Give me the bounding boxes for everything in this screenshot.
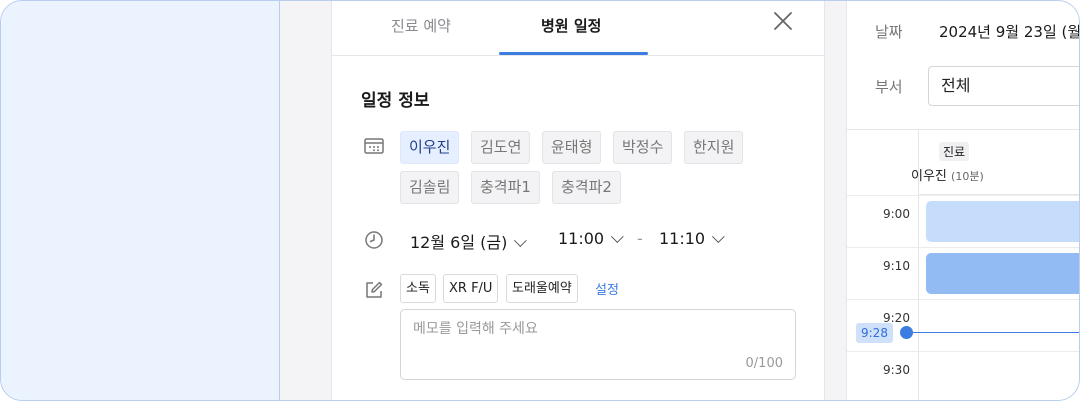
grid-line bbox=[847, 195, 1079, 196]
calendar-pane: 날짜 2024년 9월 23일 (월 부서 전체 진료 이우진 (10분) 9:… bbox=[846, 1, 1079, 400]
memo-tag[interactable]: XR F/U bbox=[443, 274, 499, 303]
tab-hospital-schedule[interactable]: 병원 일정 bbox=[541, 15, 601, 36]
grid-line bbox=[847, 351, 1079, 352]
time-slot-label: 9:00 bbox=[883, 207, 910, 221]
panel-gap-right bbox=[825, 1, 846, 400]
end-time-dropdown[interactable]: 11:10 bbox=[659, 229, 725, 248]
clock-icon bbox=[365, 231, 383, 249]
staff-chip[interactable]: 박정수 bbox=[613, 131, 673, 164]
column-duration: (10분) bbox=[951, 170, 984, 183]
schedule-panel: 진료 예약 병원 일정 일정 정보 이우진 김도연 윤태형 박정수 한지원 김솔… bbox=[331, 1, 826, 400]
tab-appointment[interactable]: 진료 예약 bbox=[391, 15, 451, 36]
date-value: 12월 6일 (금) bbox=[410, 233, 508, 252]
start-time-dropdown[interactable]: 11:00 bbox=[558, 229, 624, 248]
section-title: 일정 정보 bbox=[361, 91, 430, 111]
memo-edit-icon bbox=[366, 281, 383, 298]
panel-gap bbox=[280, 1, 331, 400]
chevron-down-icon bbox=[514, 234, 528, 248]
staff-column-header bbox=[919, 130, 1079, 195]
current-time-dot bbox=[900, 326, 913, 339]
tab-bar: 진료 예약 병원 일정 bbox=[332, 1, 826, 56]
chevron-down-icon bbox=[712, 230, 725, 244]
current-time-line bbox=[907, 332, 1079, 333]
calendar-icon bbox=[364, 138, 384, 154]
staff-chip[interactable]: 이우진 bbox=[400, 131, 460, 164]
dept-label: 부서 bbox=[875, 78, 903, 96]
close-icon bbox=[774, 12, 792, 30]
time-slot-label: 9:10 bbox=[883, 259, 910, 273]
start-time-value: 11:00 bbox=[558, 229, 605, 248]
staff-chip[interactable]: 충격파1 bbox=[471, 171, 540, 204]
date-label: 날짜 bbox=[875, 23, 903, 41]
appointment-block[interactable] bbox=[926, 253, 1079, 294]
staff-chip[interactable]: 윤태형 bbox=[542, 131, 602, 164]
memo-tag[interactable]: 소독 bbox=[400, 274, 436, 303]
current-time-badge: 9:28 bbox=[856, 323, 893, 343]
time-separator: - bbox=[637, 229, 643, 248]
date-dropdown[interactable]: 12월 6일 (금) bbox=[410, 229, 528, 253]
close-button[interactable] bbox=[772, 10, 794, 32]
column-staff-name: 이우진 (10분) bbox=[911, 165, 984, 184]
staff-chip[interactable]: 김솔림 bbox=[400, 171, 460, 204]
calendar-date[interactable]: 2024년 9월 23일 (월 bbox=[939, 21, 1079, 42]
day-schedule-grid: 진료 이우진 (10분) 9:00 9:10 9:20 9:30 9:28 bbox=[847, 129, 1079, 400]
end-time-value: 11:10 bbox=[659, 229, 706, 248]
memo-char-counter: 0/100 bbox=[745, 356, 783, 371]
appointment-block[interactable] bbox=[926, 201, 1079, 242]
grid-line bbox=[847, 299, 1079, 300]
grid-line bbox=[847, 247, 1079, 248]
dept-select[interactable]: 전체 bbox=[928, 66, 1079, 106]
app-frame: 진료 예약 병원 일정 일정 정보 이우진 김도연 윤태형 박정수 한지원 김솔… bbox=[0, 0, 1080, 401]
memo-settings-link[interactable]: 설정 bbox=[595, 279, 619, 298]
memo-input[interactable] bbox=[401, 310, 795, 379]
time-slot-label: 9:30 bbox=[883, 363, 910, 377]
memo-box: 0/100 bbox=[400, 309, 796, 380]
column-tag: 진료 bbox=[939, 142, 970, 161]
memo-tag[interactable]: 도래울예약 bbox=[506, 274, 578, 303]
staff-chip[interactable]: 김도연 bbox=[471, 131, 531, 164]
staff-chip[interactable]: 한지원 bbox=[684, 131, 744, 164]
staff-chip[interactable]: 충격파2 bbox=[552, 171, 621, 204]
left-pane bbox=[1, 1, 280, 400]
chevron-down-icon bbox=[611, 230, 624, 244]
active-tab-indicator bbox=[499, 52, 648, 55]
